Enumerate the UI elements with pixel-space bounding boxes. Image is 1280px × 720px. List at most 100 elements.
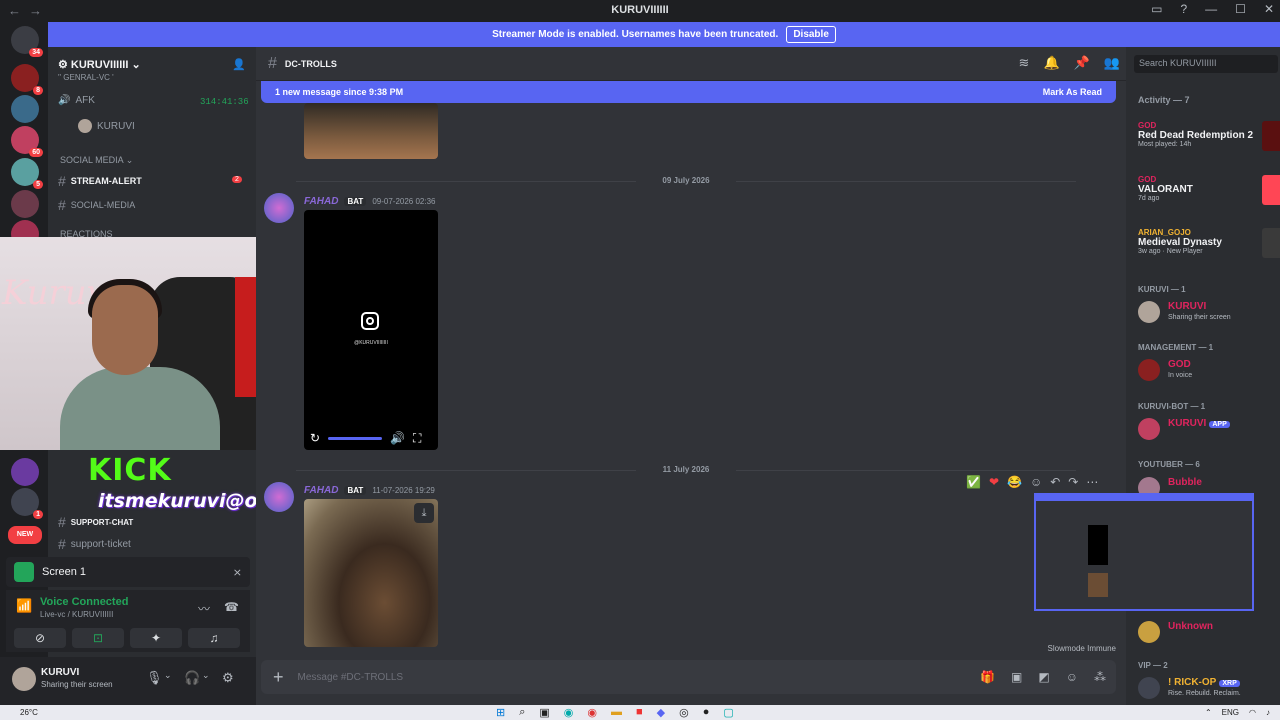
server-icon[interactable]: 60 bbox=[11, 126, 43, 157]
channel-item-social-media[interactable]: # SOCIAL-MEDIA bbox=[58, 197, 135, 213]
progress-bar[interactable] bbox=[328, 436, 383, 440]
check-emoji-icon[interactable]: ✅ bbox=[966, 475, 981, 489]
heart-emoji-icon[interactable]: ❤ bbox=[989, 475, 999, 489]
volume-icon[interactable]: 🔊 bbox=[390, 431, 405, 445]
signal-icon[interactable]: 📶 bbox=[16, 598, 32, 614]
emoji-icon[interactable]: ☺ bbox=[1066, 670, 1078, 684]
fullscreen-icon[interactable]: ⛶ bbox=[413, 431, 421, 446]
headphones-icon[interactable]: 🎧 bbox=[184, 670, 200, 686]
screen-share-panel[interactable]: Screen 1 ⨯ bbox=[6, 557, 250, 587]
new-server-badge[interactable]: NEW bbox=[8, 526, 42, 544]
channel-item-support-ticket[interactable]: # support-ticket bbox=[58, 536, 131, 552]
disconnect-icon[interactable]: ☎ bbox=[224, 600, 239, 614]
activity-card[interactable]: GOD Red Dead Redemption 2 Most played: 1… bbox=[1138, 121, 1280, 151]
tray-chevron-icon[interactable]: ⌃ bbox=[1205, 708, 1212, 717]
message-composer[interactable]: + Message #DC-TROLLS 🎁 ▣ ◩ ☺ ⁂ bbox=[261, 660, 1116, 694]
laugh-emoji-icon[interactable]: 😂 bbox=[1007, 475, 1022, 489]
server-icon[interactable] bbox=[11, 95, 39, 123]
voice-channel[interactable]: Live-vc / KURUVIIIIII bbox=[40, 610, 113, 619]
activity-card[interactable]: ARIAN_GOJO Medieval Dynasty 3w ago · New… bbox=[1138, 228, 1280, 258]
app-icon[interactable]: ■ bbox=[636, 706, 643, 719]
search-icon[interactable]: ⌕ bbox=[519, 706, 525, 719]
forward-icon[interactable]: ↷ bbox=[1068, 475, 1078, 489]
server-icon[interactable]: 1 bbox=[11, 488, 43, 519]
member-item[interactable]: ! RICK-OP XRP Rise. Rebuild. Reclaim. bbox=[1138, 675, 1280, 703]
gift-icon[interactable]: 🎁 bbox=[980, 670, 995, 684]
video-attachment[interactable]: @KURUVIIIIIIII ↻ 🔊 ⛶ bbox=[304, 210, 438, 450]
message-input[interactable]: Message #DC-TROLLS bbox=[298, 672, 404, 683]
channel-item-support-chat[interactable]: # SUPPORT-CHAT bbox=[58, 514, 133, 530]
settings-gear-icon[interactable]: ⚙ bbox=[222, 670, 234, 686]
maximize-icon[interactable]: ☐ bbox=[1235, 2, 1246, 16]
channel-item-stream-alert[interactable]: # STREAM-ALERT bbox=[58, 173, 142, 189]
server-icon[interactable] bbox=[11, 190, 39, 218]
tray-lang[interactable]: ENG bbox=[1222, 708, 1239, 717]
bell-icon[interactable]: 🔔 bbox=[1043, 55, 1059, 71]
obs-icon[interactable]: ● bbox=[703, 706, 710, 719]
microphone-icon[interactable]: 🎙 bbox=[146, 670, 163, 686]
start-icon[interactable]: ⊞ bbox=[496, 706, 505, 719]
camera-button[interactable]: ⊘ bbox=[14, 628, 66, 648]
explorer-icon[interactable]: ▬ bbox=[611, 706, 622, 719]
new-messages-bar[interactable]: 1 new message since 9:38 PM Mark As Read bbox=[261, 81, 1116, 103]
member-item[interactable]: Unknown bbox=[1138, 619, 1280, 647]
add-member-icon[interactable]: 👤 bbox=[232, 58, 246, 71]
reply-icon[interactable]: ↶ bbox=[1050, 475, 1060, 489]
stream-preview[interactable] bbox=[1034, 493, 1254, 611]
threads-icon[interactable]: ≋ bbox=[1019, 55, 1030, 71]
apps-icon[interactable]: ⁂ bbox=[1094, 670, 1106, 684]
channel-item-general-vc[interactable]: '' GENRAL-VC ' bbox=[58, 73, 114, 82]
chevron-down-icon[interactable]: ⌄ bbox=[202, 670, 210, 681]
disable-button[interactable]: Disable bbox=[786, 26, 836, 43]
avatar[interactable] bbox=[12, 667, 36, 691]
plus-icon[interactable]: + bbox=[273, 667, 284, 688]
author-name[interactable]: FAHAD bbox=[304, 485, 338, 496]
author-name[interactable]: FAHAD bbox=[304, 196, 338, 207]
help-icon[interactable]: ? bbox=[1180, 2, 1187, 16]
search-input[interactable]: Search KURUVIIIIII bbox=[1134, 55, 1278, 73]
pin-icon[interactable]: 📌 bbox=[1074, 55, 1090, 71]
activities-button[interactable]: ✦ bbox=[130, 628, 182, 648]
volume-icon[interactable]: ♪ bbox=[1266, 708, 1270, 717]
voice-status[interactable]: Voice Connected bbox=[40, 596, 128, 608]
inbox-icon[interactable]: ▭ bbox=[1151, 2, 1162, 16]
discord-icon[interactable]: ◆ bbox=[657, 706, 665, 719]
category-social-media[interactable]: SOCIAL MEDIA ⌄ bbox=[60, 155, 133, 166]
replay-icon[interactable]: ↻ bbox=[310, 431, 320, 445]
server-icon[interactable]: 8 bbox=[11, 64, 43, 95]
edge-icon[interactable]: ◉ bbox=[564, 706, 574, 719]
server-icon[interactable] bbox=[11, 458, 39, 486]
voice-user-kuruvi[interactable]: KURUVI bbox=[78, 119, 135, 133]
gif-icon[interactable]: ▣ bbox=[1011, 670, 1022, 684]
stop-stream-icon[interactable]: ⨯ bbox=[233, 566, 242, 579]
weather-widget[interactable]: 26°C bbox=[20, 708, 38, 717]
server-icon[interactable]: 5 bbox=[11, 158, 43, 189]
member-item[interactable]: KURUVI APP bbox=[1138, 416, 1280, 444]
image-attachment[interactable] bbox=[304, 103, 438, 159]
member-item[interactable]: GOD In voice bbox=[1138, 357, 1280, 385]
activity-card[interactable]: GOD VALORANT 7d ago bbox=[1138, 175, 1280, 205]
soundboard-button[interactable]: ♫ bbox=[188, 628, 240, 648]
more-icon[interactable]: ⋯ bbox=[1086, 475, 1098, 489]
members-icon[interactable]: 👥 bbox=[1104, 55, 1120, 71]
channel-item-afk[interactable]: 🔊 AFK bbox=[58, 95, 95, 106]
user-name[interactable]: KURUVI bbox=[41, 667, 79, 678]
screen-share-button[interactable]: ⊡ bbox=[72, 628, 124, 648]
download-icon[interactable]: ⤓ bbox=[414, 503, 434, 523]
sticker-icon[interactable]: ◩ bbox=[1038, 670, 1049, 684]
close-icon[interactable]: ✕ bbox=[1264, 2, 1274, 16]
mark-as-read-button[interactable]: Mark As Read bbox=[1043, 87, 1102, 97]
add-reaction-icon[interactable]: ☺ bbox=[1030, 475, 1042, 489]
wifi-icon[interactable]: ◠ bbox=[1249, 708, 1256, 717]
avatar[interactable] bbox=[264, 193, 294, 223]
noise-suppression-icon[interactable]: 〰 bbox=[198, 600, 210, 617]
avatar[interactable] bbox=[264, 482, 294, 512]
image-attachment[interactable]: ⤓ bbox=[304, 499, 438, 647]
minimize-icon[interactable]: — bbox=[1205, 2, 1217, 16]
chevron-down-icon[interactable]: ⌄ bbox=[164, 670, 172, 681]
chrome-icon[interactable]: ◉ bbox=[587, 706, 597, 719]
member-item[interactable]: KURUVI Sharing their screen bbox=[1138, 299, 1280, 327]
taskview-icon[interactable]: ▣ bbox=[539, 706, 549, 719]
app-icon[interactable]: ▢ bbox=[723, 706, 733, 719]
steam-icon[interactable]: ◎ bbox=[679, 706, 689, 719]
